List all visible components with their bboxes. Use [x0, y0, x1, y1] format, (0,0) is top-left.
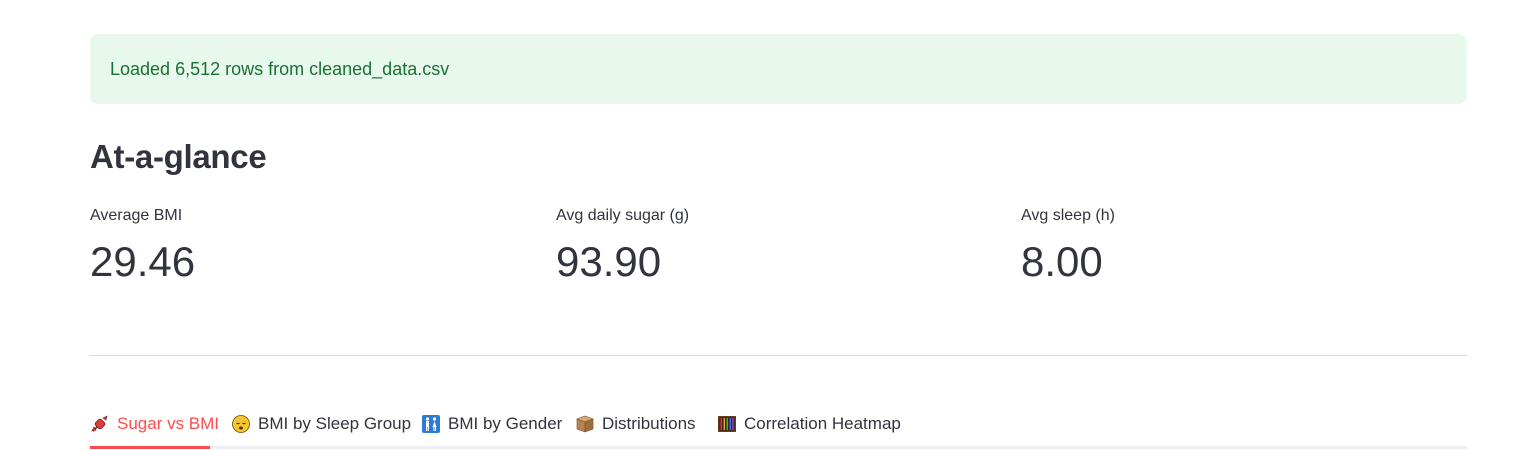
- metric-value: 93.90: [556, 238, 662, 285]
- metric-label: Avg sleep (h): [1021, 207, 1115, 224]
- tab-label: BMI by Sleep Group: [258, 414, 412, 433]
- sleeping-face-icon: [231, 414, 251, 434]
- tab-label: Distributions: [602, 414, 696, 433]
- restroom-icon: [421, 414, 441, 434]
- tab-bmi-by-gender[interactable]: BMI by Gender: [421, 410, 562, 438]
- tab-correlation-heatmap[interactable]: Correlation Heatmap: [717, 410, 901, 438]
- metric-average-bmi: Average BMI 29.46: [90, 205, 195, 287]
- active-tab-indicator: [90, 446, 210, 449]
- abacus-icon: [717, 414, 737, 434]
- section-title: At-a-glance: [90, 138, 267, 175]
- tab-sugar-vs-bmi[interactable]: Sugar vs BMI: [90, 410, 219, 438]
- success-alert-text: Loaded 6,512 rows from cleaned_data.csv: [110, 58, 450, 79]
- metric-avg-sleep: Avg sleep (h) 8.00: [1021, 205, 1115, 287]
- divider: [90, 355, 1467, 356]
- app-page: Loaded 6,512 rows from cleaned_data.csv …: [0, 0, 1517, 450]
- tab-bar: Sugar vs BMI BMI by Sleep Group BMI by G…: [90, 402, 1467, 450]
- metric-avg-daily-sugar: Avg daily sugar (g) 93.90: [556, 205, 689, 287]
- metric-value: 29.46: [90, 238, 196, 285]
- tab-label: Correlation Heatmap: [744, 414, 901, 433]
- tab-label: BMI by Gender: [448, 414, 563, 433]
- tab-distributions[interactable]: Distributions: [575, 410, 696, 438]
- tab-label: Sugar vs BMI: [117, 414, 220, 433]
- metric-label: Avg daily sugar (g): [556, 207, 690, 224]
- tab-track: [90, 446, 1467, 449]
- tab-bmi-by-sleep-group[interactable]: BMI by Sleep Group: [231, 410, 411, 438]
- metric-value: 8.00: [1021, 238, 1103, 285]
- candy-icon: [90, 414, 110, 434]
- success-alert: Loaded 6,512 rows from cleaned_data.csv: [90, 34, 1467, 104]
- box-icon: [575, 414, 595, 434]
- metric-label: Average BMI: [90, 207, 183, 224]
